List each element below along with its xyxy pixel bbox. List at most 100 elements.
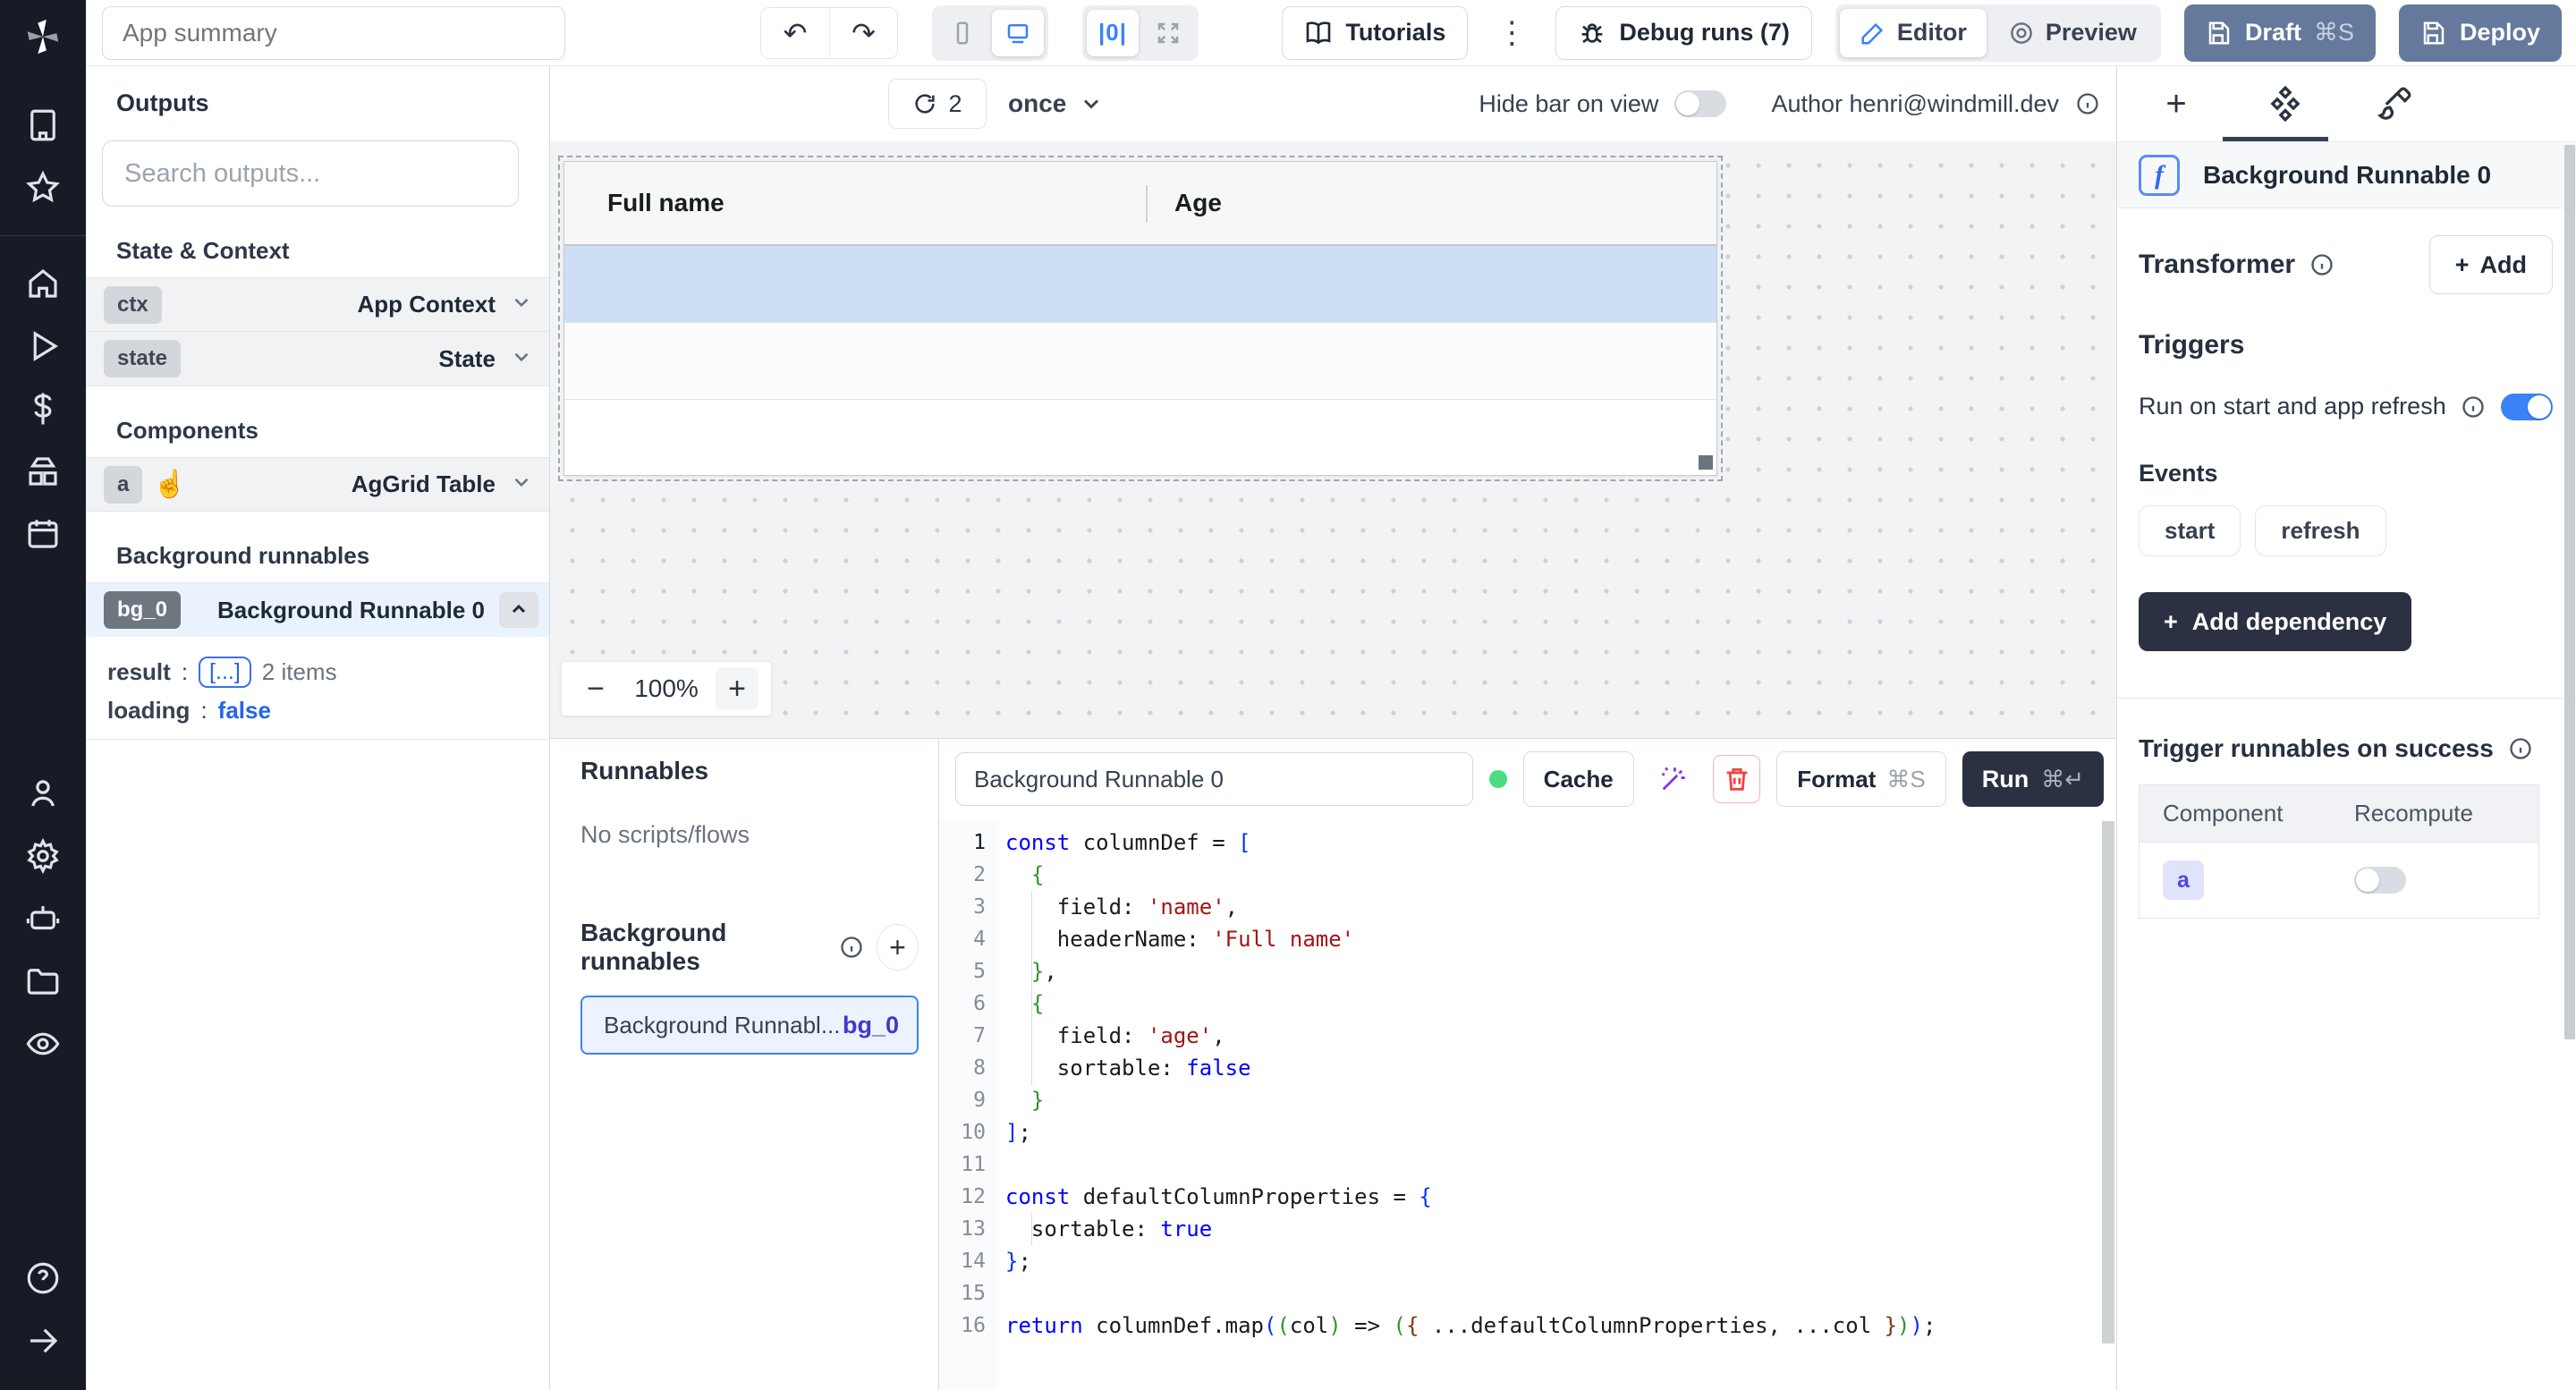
run-button[interactable]: Run ⌘↵ — [1962, 751, 2104, 807]
zoom-in-button[interactable]: + — [716, 667, 758, 710]
column-separator[interactable] — [1146, 185, 1148, 223]
preview-tab[interactable]: Preview — [1988, 9, 2157, 57]
aggrid-table[interactable]: Full name Age — [564, 161, 1717, 476]
code-line[interactable]: } — [1005, 1084, 1044, 1116]
more-menu-button[interactable]: ⋮ — [1491, 15, 1532, 51]
runnable-name-input[interactable] — [955, 752, 1473, 806]
favorites-star-icon[interactable] — [0, 157, 86, 219]
info-icon[interactable] — [2508, 736, 2533, 761]
code-line[interactable]: sortable: false — [1005, 1052, 1251, 1084]
table-resize-handle[interactable] — [1699, 455, 1713, 470]
refresh-mode-select[interactable]: once — [1008, 79, 1104, 129]
code-line[interactable]: field: 'age', — [1005, 1020, 1225, 1052]
help-icon[interactable] — [0, 1247, 86, 1309]
code-line[interactable]: }; — [1005, 1245, 1031, 1277]
table-row-selected[interactable] — [564, 246, 1716, 323]
home-icon[interactable] — [0, 252, 86, 315]
selected-table-component[interactable]: Full name Age — [558, 156, 1723, 481]
format-button[interactable]: Format ⌘S — [1776, 751, 1945, 807]
chevron-down-icon[interactable] — [510, 291, 533, 318]
settings-gear-icon[interactable] — [0, 825, 86, 887]
code-line[interactable]: const defaultColumnProperties = { — [1005, 1181, 1432, 1213]
code-line[interactable]: headerName: 'Full name' — [1005, 923, 1354, 955]
audit-eye-icon[interactable] — [0, 1013, 86, 1075]
recompute-toggle[interactable] — [2354, 867, 2406, 894]
result-count: 2 items — [262, 658, 337, 686]
book-icon — [1304, 19, 1333, 47]
add-background-runnable-button[interactable]: + — [877, 924, 919, 970]
windmill-logo[interactable] — [22, 16, 64, 62]
refresh-count-button[interactable]: 2 — [888, 79, 987, 129]
code-line[interactable]: { — [1005, 987, 1044, 1020]
chevron-up-icon[interactable] — [499, 592, 538, 628]
event-chip-refresh[interactable]: refresh — [2255, 505, 2385, 556]
code-line[interactable]: return columnDef.map((col) => ({ ...defa… — [1005, 1309, 1936, 1342]
deploy-button[interactable]: Deploy — [2399, 4, 2562, 62]
event-chip-start[interactable]: start — [2139, 505, 2241, 556]
info-icon[interactable] — [839, 935, 864, 960]
folders-icon[interactable] — [0, 950, 86, 1013]
full-width-button[interactable] — [1142, 10, 1194, 56]
desktop-view-button[interactable] — [992, 10, 1044, 56]
add-dependency-button[interactable]: + Add dependency — [2139, 592, 2411, 651]
tutorials-button[interactable]: Tutorials — [1282, 6, 1468, 60]
output-row-state[interactable]: state State — [86, 332, 549, 386]
ctx-label: App Context — [357, 291, 496, 318]
styling-tab[interactable] — [2375, 84, 2414, 123]
cache-button[interactable]: Cache — [1523, 751, 1634, 807]
workers-robot-icon[interactable] — [0, 887, 86, 950]
editor-tab[interactable]: Editor — [1840, 9, 1987, 57]
output-row-ctx[interactable]: ctx App Context — [86, 277, 549, 332]
runs-icon[interactable] — [0, 315, 86, 377]
apps-icon[interactable] — [0, 94, 86, 157]
table-row[interactable] — [564, 400, 1716, 475]
save-icon — [2206, 20, 2233, 47]
app-summary-input[interactable] — [102, 6, 565, 60]
code-line[interactable]: { — [1005, 859, 1044, 891]
code-content[interactable]: const columnDef = [ { field: 'name', hea… — [1005, 819, 2098, 1390]
editor-scrollbar[interactable] — [2102, 821, 2114, 1343]
app-canvas[interactable]: Full name Age − 100% + — [550, 141, 2116, 739]
search-outputs-input[interactable] — [102, 140, 519, 207]
background-runnable-row[interactable]: bg_0 Background Runnable 0 — [86, 582, 549, 637]
delete-runnable-button[interactable] — [1713, 755, 1760, 803]
info-icon[interactable] — [2309, 252, 2334, 277]
code-line[interactable]: ]; — [1005, 1116, 1031, 1148]
component-row-a[interactable]: a ☝ AgGrid Table — [86, 457, 549, 512]
undo-button[interactable]: ↶ — [761, 8, 829, 58]
info-icon[interactable] — [2075, 91, 2100, 116]
center-content-button[interactable]: |0| — [1087, 10, 1139, 56]
info-icon[interactable] — [2461, 394, 2486, 420]
triggers-title: Triggers — [2139, 330, 2244, 360]
draft-button[interactable]: Draft ⌘S — [2184, 4, 2376, 62]
ai-wand-button[interactable] — [1650, 755, 1698, 803]
variables-icon[interactable] — [0, 377, 86, 440]
hide-bar-toggle[interactable] — [1674, 90, 1726, 117]
chevron-down-icon[interactable] — [510, 470, 533, 498]
zoom-out-button[interactable]: − — [574, 667, 617, 710]
column-header-age[interactable]: Age — [1146, 189, 1222, 217]
run-on-start-toggle[interactable] — [2501, 394, 2553, 420]
code-editor[interactable]: 12345678910111213141516 const columnDef … — [939, 819, 2116, 1390]
trash-icon — [1722, 764, 1752, 794]
table-row[interactable] — [564, 323, 1716, 400]
column-header-full-name[interactable]: Full name — [564, 189, 1146, 217]
settings-tab[interactable] — [2266, 84, 2305, 123]
redo-button[interactable]: ↷ — [829, 8, 897, 58]
code-line[interactable]: sortable: true — [1005, 1213, 1212, 1245]
component-a-badge[interactable]: a — [2163, 860, 2204, 900]
schedules-icon[interactable] — [0, 503, 86, 565]
users-icon[interactable] — [0, 762, 86, 825]
result-array-chip[interactable]: [...] — [199, 657, 251, 688]
background-runnable-list-item[interactable]: Background Runnabl... bg_0 — [580, 996, 919, 1055]
code-line[interactable]: const columnDef = [ — [1005, 826, 1251, 859]
mobile-view-button[interactable] — [936, 10, 988, 56]
panel-scrollbar[interactable] — [2564, 145, 2575, 1039]
add-transformer-button[interactable]: + Add — [2429, 235, 2553, 294]
insert-component-tab[interactable]: + — [2157, 84, 2196, 123]
code-line[interactable]: field: 'name', — [1005, 891, 1238, 923]
resources-icon[interactable] — [0, 440, 86, 503]
debug-runs-button[interactable]: Debug runs (7) — [1555, 6, 1812, 60]
expand-sidebar-icon[interactable] — [0, 1309, 86, 1372]
chevron-down-icon[interactable] — [510, 345, 533, 373]
